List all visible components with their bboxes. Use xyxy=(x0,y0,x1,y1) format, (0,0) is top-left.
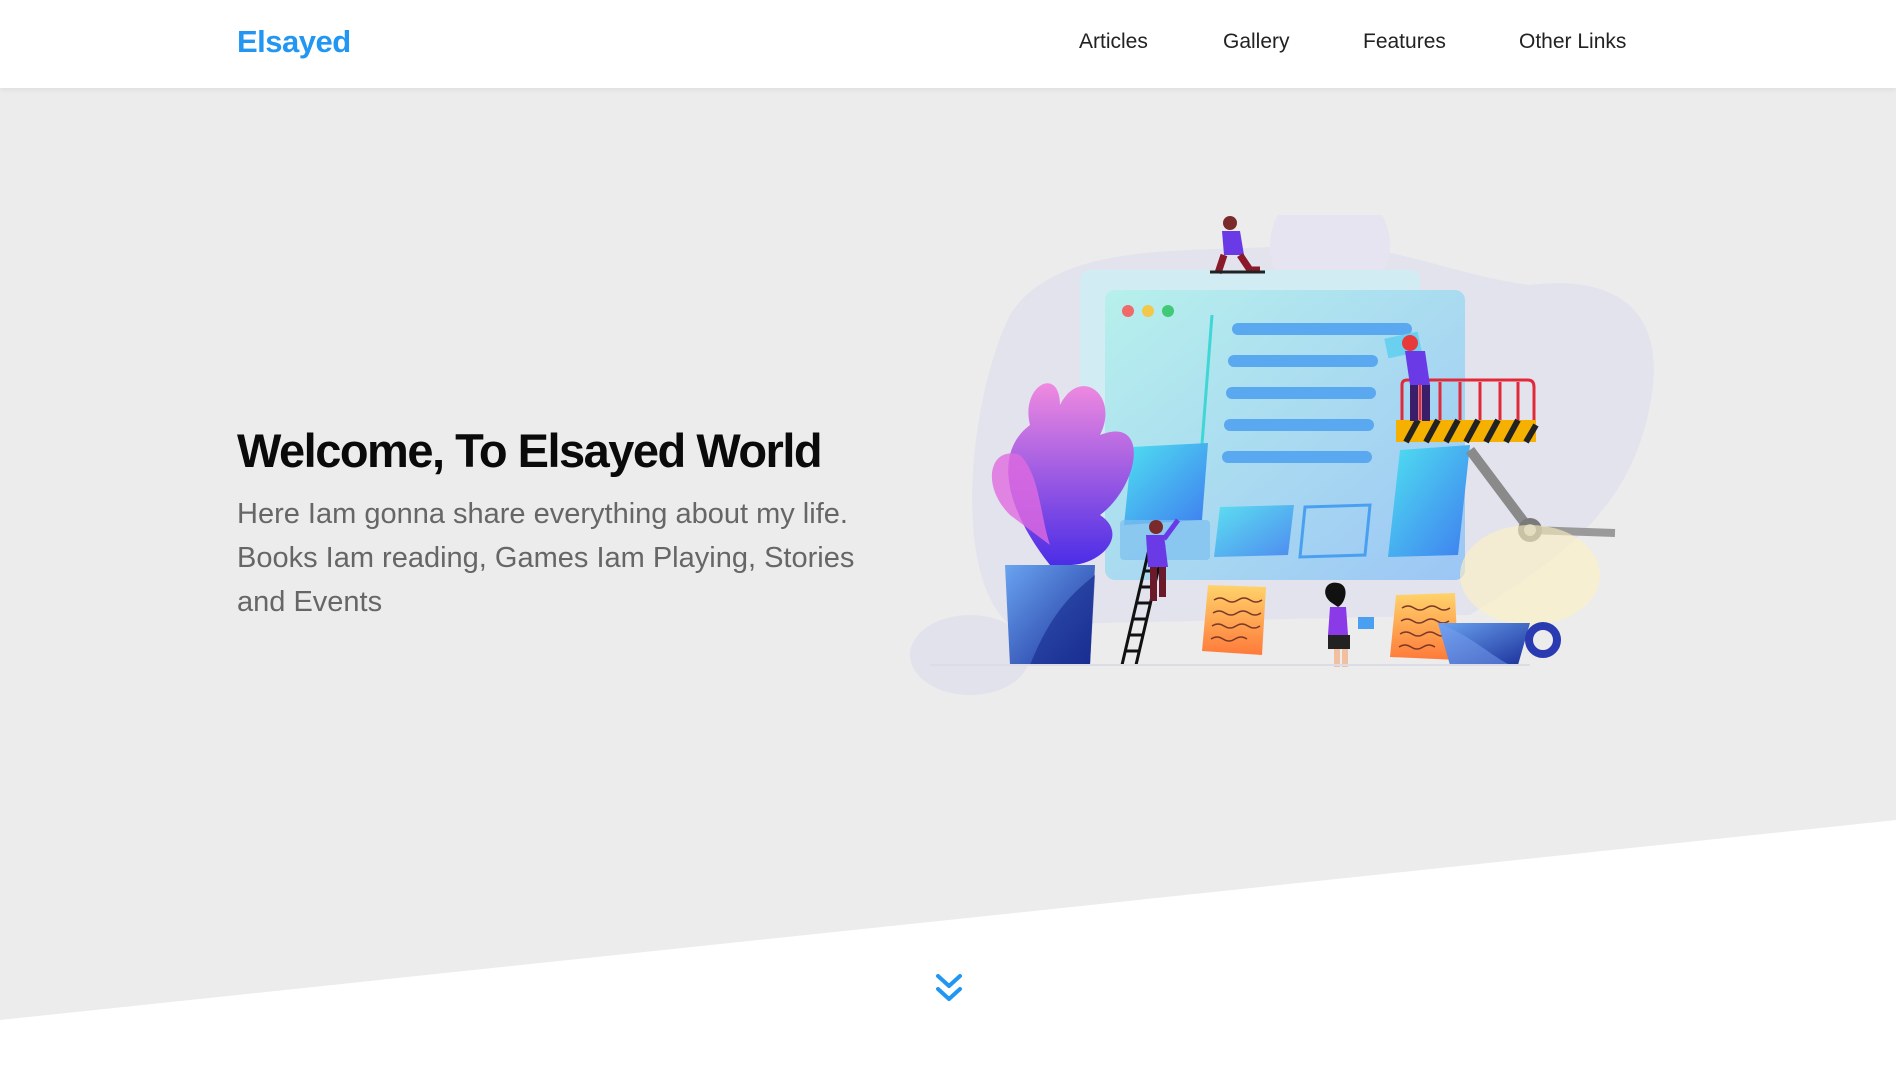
page: Elsayed Articles Gallery Features Other … xyxy=(0,0,1896,1078)
site-header: Elsayed Articles Gallery Features Other … xyxy=(0,0,1896,88)
main-nav: Articles Gallery Features Other Links xyxy=(0,30,1896,60)
nav-link-features[interactable]: Features xyxy=(1363,30,1446,54)
website-construction-illustration xyxy=(910,215,1654,695)
nav-link-articles[interactable]: Articles xyxy=(1079,30,1148,54)
hero-description: Here Iam gonna share everything about my… xyxy=(237,498,855,618)
double-chevron-down-icon[interactable] xyxy=(934,972,964,1006)
hero-title: Welcome, To Elsayed World xyxy=(237,424,823,477)
hero-section: Welcome, To Elsayed World Here Iam gonna… xyxy=(237,420,917,624)
nav-link-other-links[interactable]: Other Links xyxy=(1519,30,1626,54)
nav-link-gallery[interactable]: Gallery xyxy=(1223,30,1290,54)
